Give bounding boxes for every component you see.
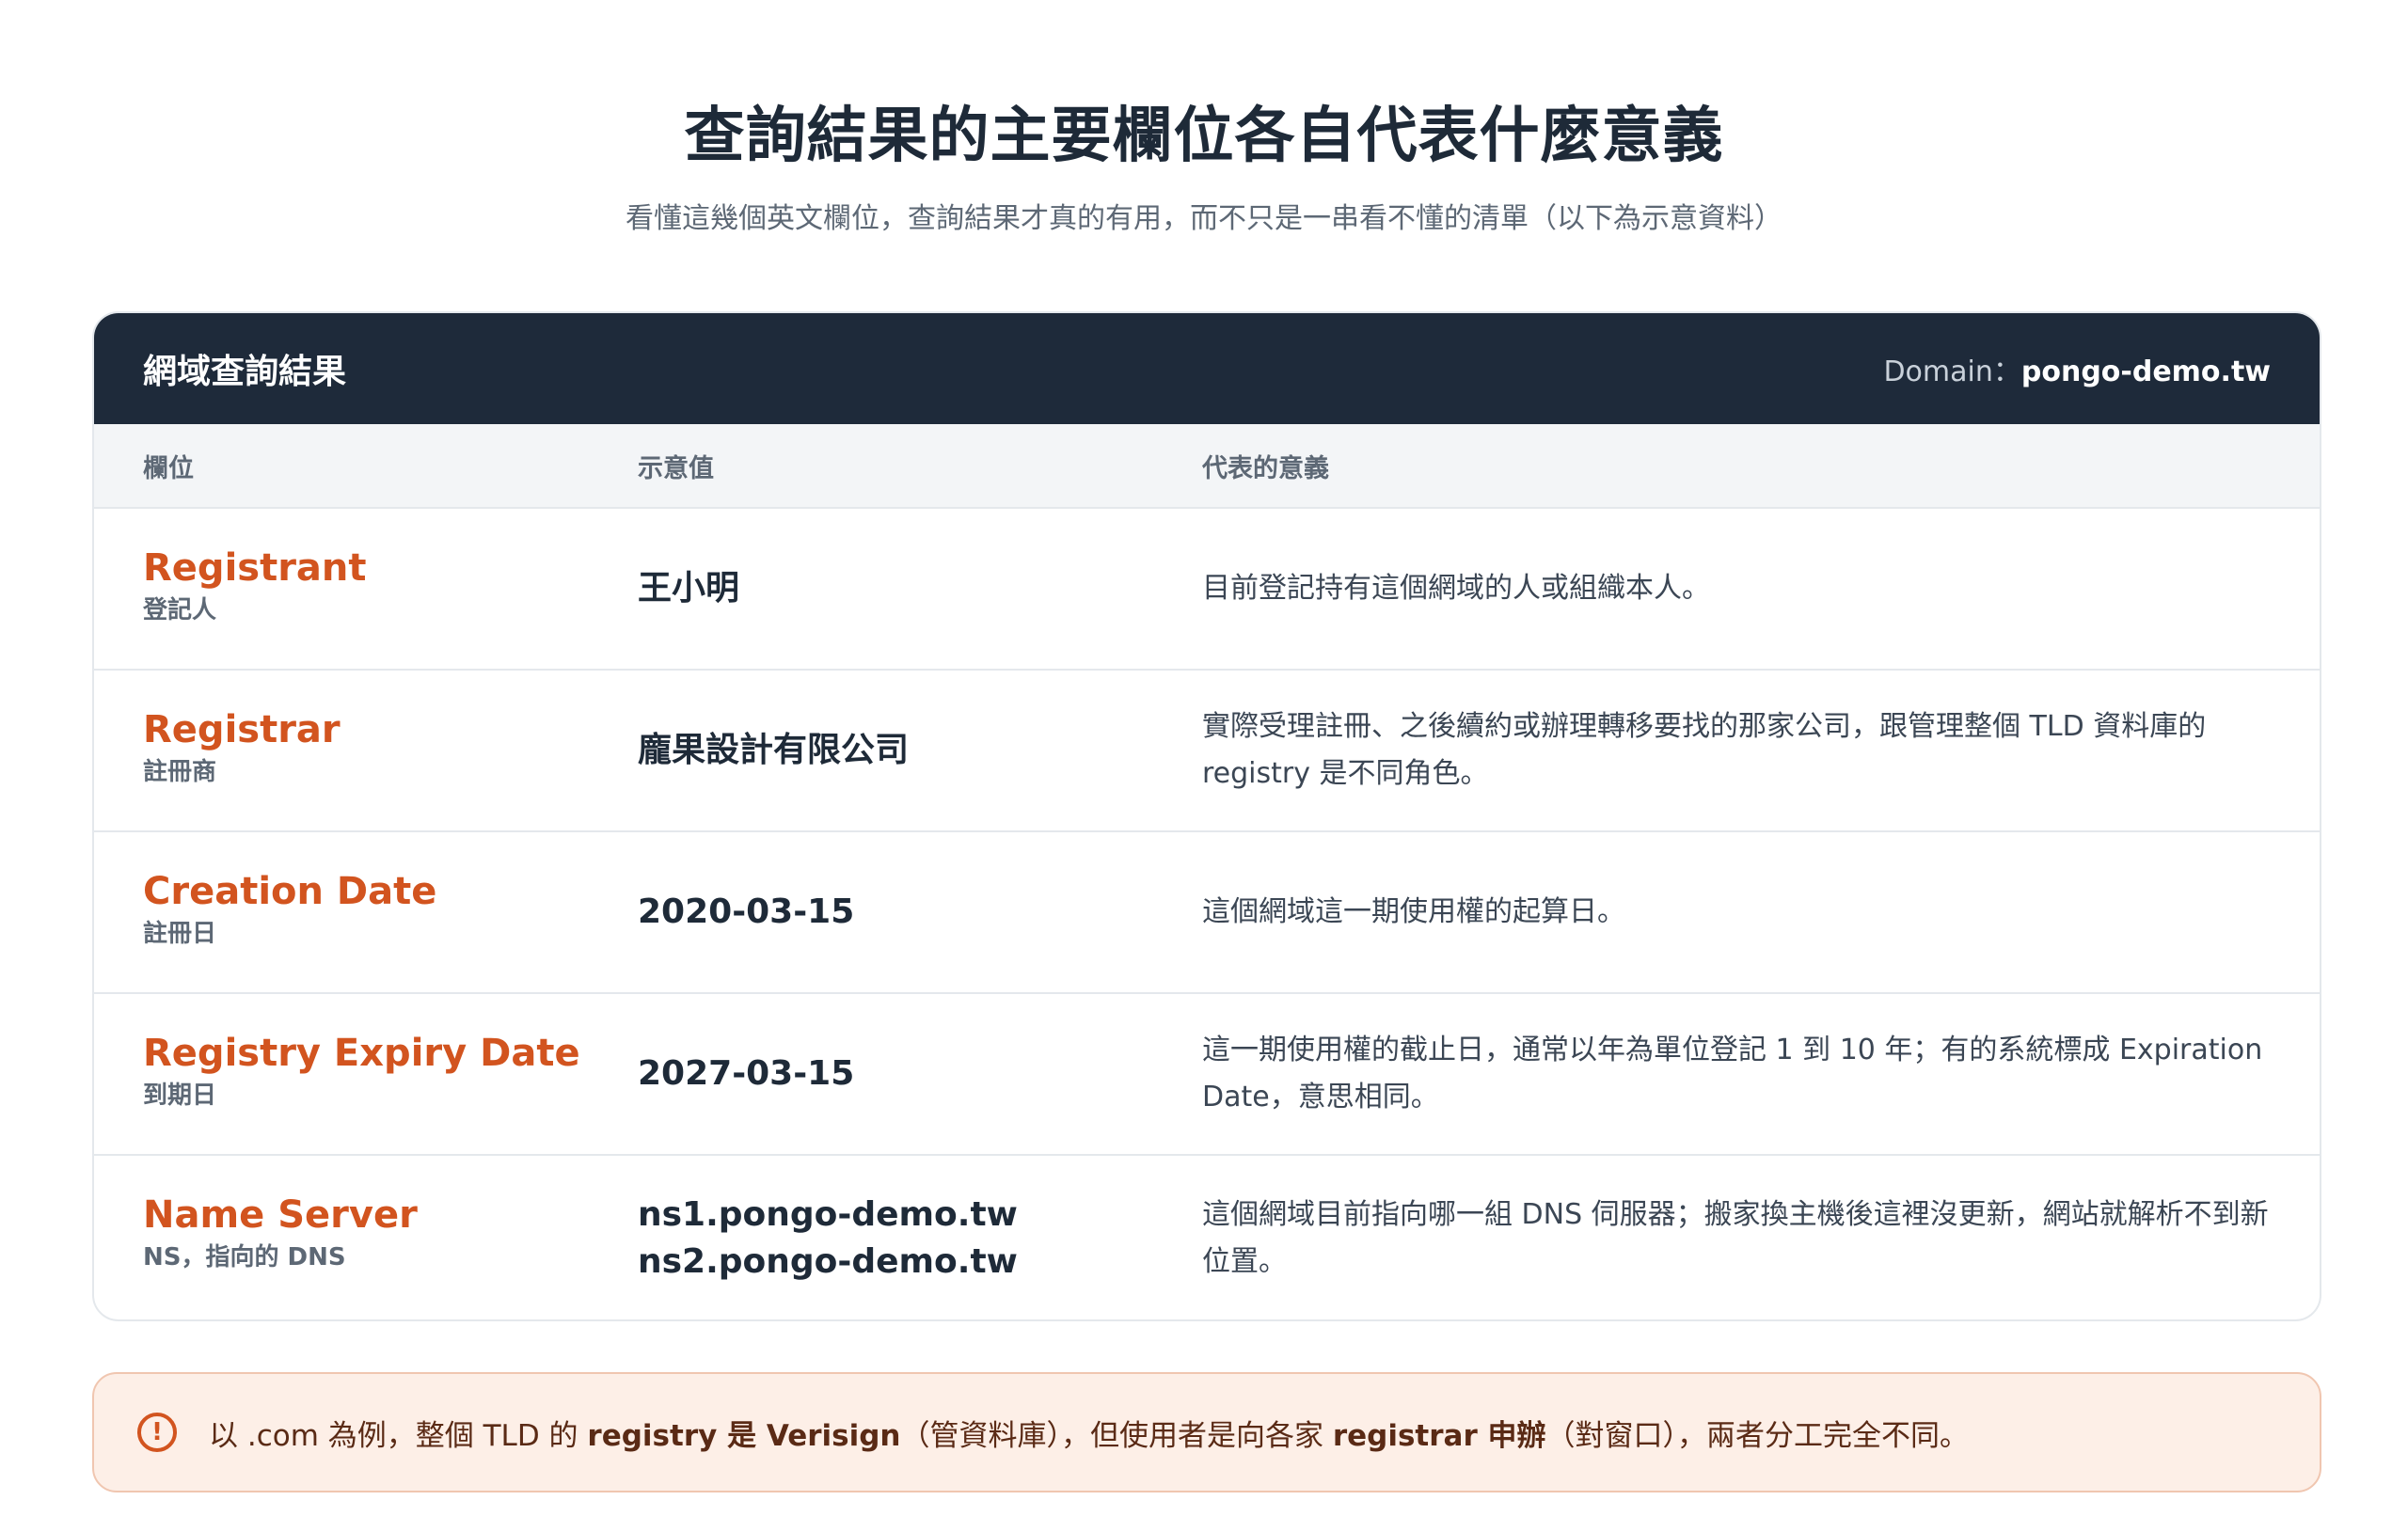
meaning-cell: 目前登記持有這個網域的人或組織本人。 <box>1202 572 1710 605</box>
field-name-zh: 登記人 <box>143 596 217 624</box>
field-name-en: Creation Date <box>143 870 437 913</box>
card-title: 網域查詢結果 <box>143 353 347 391</box>
domain-display: Domain：pongo-demo.tw <box>1883 348 2271 389</box>
note-text-part: 以 .com 為例，整個 TLD 的 <box>209 1418 588 1453</box>
note-text-part: （對窗口），兩者分工完全不同。 <box>1545 1418 1970 1453</box>
field-name-zh: 註冊商 <box>143 758 217 786</box>
page-subtitle: 看懂這幾個英文欄位，查詢結果才真的有用，而不只是一串看不懂的清單（以下為示意資料… <box>626 202 1782 235</box>
note-text-part: （管資料庫），但使用者是向各家 <box>900 1418 1333 1453</box>
domain-value: pongo-demo.tw <box>2020 355 2271 388</box>
field-name-en: Registrant <box>143 546 367 590</box>
field-cell: Creation Date 註冊日 <box>143 868 436 953</box>
field-cell: Name Server NS，指向的 DNS <box>143 1192 418 1276</box>
table-row: Registrant 登記人 王小明 目前登記持有這個網域的人或組織本人。 <box>94 509 2320 671</box>
info-note: ! 以 .com 為例，整個 TLD 的 registry 是 Verisign… <box>92 1372 2321 1492</box>
value-cell: 王小明 <box>638 569 740 608</box>
field-cell: Registrant 登記人 <box>143 545 367 629</box>
meaning-cell: 實際受理註冊、之後續約或辦理轉移要找的那家公司，跟管理整個 TLD 資料庫的 r… <box>1202 710 2207 790</box>
name-server-2: ns2.pongo-demo.tw <box>638 1242 1018 1281</box>
table-row: Registry Expiry Date 到期日 2027-03-15 這一期使… <box>94 994 2320 1156</box>
card-header: 網域查詢結果 Domain：pongo-demo.tw <box>94 313 2320 424</box>
field-name-en: Registry Expiry Date <box>143 1032 580 1075</box>
name-server-1: ns1.pongo-demo.tw <box>638 1195 1018 1234</box>
field-name-zh: NS，指向的 DNS <box>143 1243 346 1271</box>
column-header-meaning: 代表的意義 <box>1202 453 1329 483</box>
table-row: Creation Date 註冊日 2020-03-15 這個網域這一期使用權的… <box>94 832 2320 994</box>
value-cell: 2027-03-15 <box>638 1054 855 1093</box>
meaning-cell: 這個網域這一期使用權的起算日。 <box>1202 895 1625 928</box>
field-cell: Registry Expiry Date 到期日 <box>143 1030 580 1114</box>
table-row: Registrar 註冊商 龐果設計有限公司 實際受理註冊、之後續約或辦理轉移要… <box>94 671 2320 832</box>
meaning-cell: 這個網域目前指向哪一組 DNS 伺服器；搬家換主機後這裡沒更新，網站就解析不到新… <box>1202 1198 2269 1278</box>
field-name-zh: 到期日 <box>143 1082 217 1110</box>
value-cell: 龐果設計有限公司 <box>638 731 910 769</box>
note-emphasis-registrar: registrar 申辦 <box>1332 1418 1546 1453</box>
alert-circle-icon: ! <box>137 1413 177 1452</box>
note-emphasis-registry: registry 是 Verisign <box>587 1418 901 1453</box>
field-name-en: Name Server <box>143 1193 418 1237</box>
whois-result-card: 網域查詢結果 Domain：pongo-demo.tw 欄位 示意值 代表的意義… <box>92 311 2321 1321</box>
field-name-zh: 註冊日 <box>143 920 217 948</box>
field-cell: Registrar 註冊商 <box>143 706 341 791</box>
page: 查詢結果的主要欄位各自代表什麼意義 看懂這幾個英文欄位，查詢結果才真的有用，而不… <box>0 0 2408 1516</box>
field-name-en: Registrar <box>143 708 341 751</box>
table-header: 欄位 示意值 代表的意義 <box>94 424 2320 509</box>
page-title: 查詢結果的主要欄位各自代表什麼意義 <box>684 102 1724 171</box>
value-cell: ns1.pongo-demo.tw ns2.pongo-demo.tw <box>638 1192 1018 1286</box>
table-row: Name Server NS，指向的 DNS ns1.pongo-demo.tw… <box>94 1156 2320 1319</box>
note-text: 以 .com 為例，整個 TLD 的 registry 是 Verisign（管… <box>209 1412 1969 1454</box>
domain-label: Domain： <box>1883 355 2021 388</box>
column-header-field: 欄位 <box>143 453 194 483</box>
meaning-cell: 這一期使用權的截止日，通常以年為單位登記 1 到 10 年；有的系統標成 Exp… <box>1202 1034 2263 1113</box>
column-header-value: 示意值 <box>638 453 714 483</box>
value-cell: 2020-03-15 <box>638 892 855 931</box>
